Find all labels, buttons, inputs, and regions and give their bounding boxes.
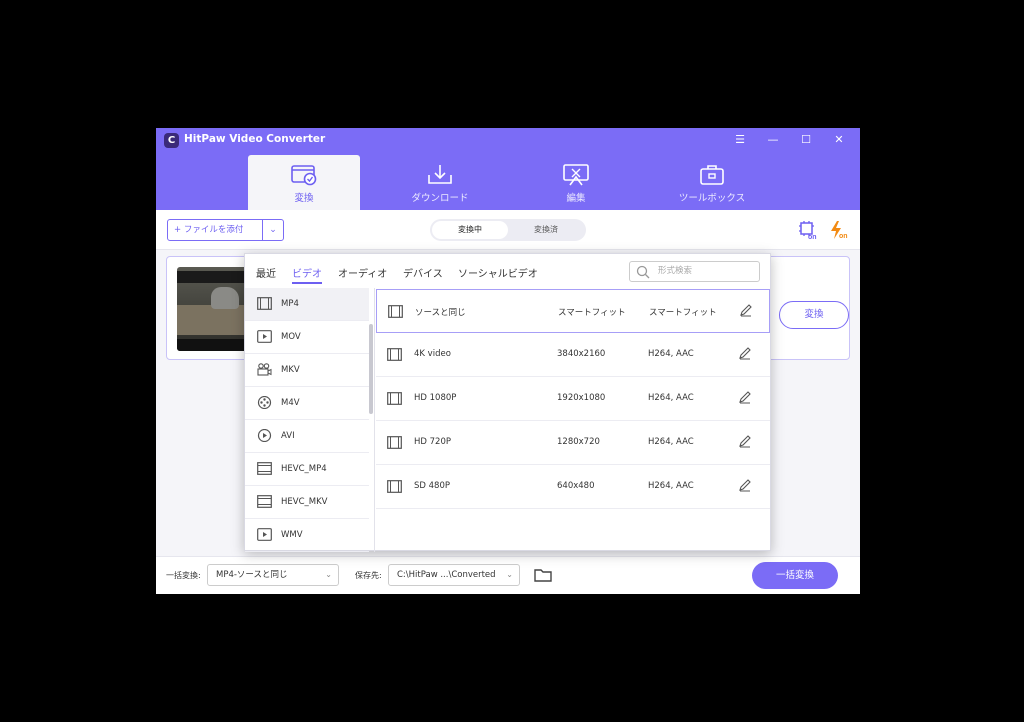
pencil-icon[interactable] [738,390,752,404]
format-item-mov[interactable]: MOV [245,321,369,354]
app-logo-icon: C [164,133,179,148]
toolbox-icon [700,165,724,185]
category-recent[interactable]: 最近 [256,265,276,280]
add-file-dropdown[interactable]: ⌄ [262,219,284,241]
category-device[interactable]: デバイス [403,265,443,280]
batch-format-value: MP4-ソースと同じ [216,570,288,580]
preset-resolution: 1280x720 [557,437,600,447]
preset-resolution: 640x480 [557,481,595,491]
preset-codec: H264, AAC [648,393,694,403]
reel-icon [257,396,272,409]
format-item-mp4[interactable]: MP4 [245,288,369,321]
lightning-icon[interactable]: on [828,220,850,240]
film-icon [387,392,402,405]
preset-row[interactable]: HD 1080P 1920x1080 H264, AAC [376,377,770,421]
tab-edit-label: 編集 [566,193,586,204]
format-popup: 最近 ビデオ オーディオ デバイス ソーシャルビデオ 形式検索 MP4 MOV … [244,253,771,552]
save-path-select[interactable]: C:\HitPaw ...\Converted ⌄ [388,564,520,586]
preset-name: 4K video [414,349,451,359]
tab-convert-label: 変換 [294,193,314,204]
pencil-icon[interactable] [738,346,752,360]
status-segmented-control: 変換中 変換済 [430,219,586,241]
segment-converted[interactable]: 変換済 [508,221,584,239]
preset-row[interactable]: 4K video 3840x2160 H264, AAC [376,333,770,377]
category-audio[interactable]: オーディオ [338,265,387,280]
pencil-icon[interactable] [738,434,752,448]
preset-codec: H264, AAC [648,437,694,447]
wmv-icon [257,528,272,541]
preset-row[interactable]: SD 480P 640x480 H264, AAC [376,465,770,509]
preset-row[interactable]: ソースと同じ スマートフィット スマートフィット [376,289,770,333]
active-category-underline [292,282,322,284]
format-item-wmv[interactable]: WMV [245,519,369,552]
convert-button[interactable]: 変換 [779,301,849,329]
preset-resolution: スマートフィット [558,308,626,318]
menu-icon[interactable]: ☰ [730,131,750,149]
format-item-hevc-mkv[interactable]: HEVC_MKV [245,486,369,519]
film-icon [387,436,402,449]
preset-name: SD 480P [414,481,450,491]
toolbar: + ファイルを添付 ⌄ 変換中 変換済 on on [156,210,860,250]
add-file-button[interactable]: + ファイルを添付 [167,219,263,241]
save-path-value: C:\HitPaw ...\Converted [397,570,496,580]
elephant-image [211,287,239,309]
play-circle-icon [257,429,272,442]
tab-download[interactable]: ダウンロード [384,155,496,210]
preset-codec: スマートフィット [649,308,717,318]
preset-name: HD 720P [414,437,451,447]
hevc-icon [257,462,272,475]
title-bar: C HitPaw Video Converter ☰ — ☐ ✕ 変換 ダウンロ… [156,128,860,210]
lightning-label: on [839,233,848,240]
preset-row[interactable]: HD 720P 1280x720 H264, AAC [376,421,770,465]
preset-resolution: 3840x2160 [557,349,606,359]
tab-toolbox[interactable]: ツールボックス [656,155,768,210]
category-social-video[interactable]: ソーシャルビデオ [458,265,538,280]
bottom-bar: 一括変換: MP4-ソースと同じ ⌄ 保存先: C:\HitPaw ...\Co… [156,556,860,594]
search-icon [636,265,650,279]
format-item-m4v[interactable]: M4V [245,387,369,420]
hw-accel-label: on [808,234,817,240]
preset-codec: H264, AAC [648,349,694,359]
save-to-label: 保存先: [355,571,382,580]
maximize-icon[interactable]: ☐ [796,131,816,149]
format-item-hevc-mp4[interactable]: HEVC_MP4 [245,453,369,486]
edit-icon [563,164,589,186]
format-search-input[interactable]: 形式検索 [629,261,760,282]
close-icon[interactable]: ✕ [829,131,849,149]
folder-icon[interactable] [534,567,552,583]
minimize-icon[interactable]: — [763,131,783,149]
format-item-mkv[interactable]: MKV [245,354,369,387]
tab-toolbox-label: ツールボックス [678,193,746,204]
segment-converting[interactable]: 変換中 [432,221,508,239]
preset-name: HD 1080P [414,393,457,403]
film-icon [257,297,272,310]
camera-icon [257,363,272,376]
film-icon [387,480,402,493]
mov-icon [257,330,272,343]
pencil-icon[interactable] [739,303,753,317]
pencil-icon[interactable] [738,478,752,492]
chevron-down-icon: ⌄ [506,570,513,579]
film-icon [387,348,402,361]
chevron-down-icon: ⌄ [325,570,332,579]
batch-convert-button[interactable]: 一括変換 [752,562,838,589]
hardware-acceleration-icon[interactable]: on [797,220,819,241]
tab-edit[interactable]: 編集 [520,155,632,210]
batch-format-select[interactable]: MP4-ソースと同じ ⌄ [207,564,339,586]
app-title: HitPaw Video Converter [184,133,326,145]
batch-convert-label: 一括変換: [166,571,201,580]
preset-name: ソースと同じ [415,308,466,318]
download-icon [428,165,452,184]
tab-convert[interactable]: 変換 [248,155,360,210]
category-video[interactable]: ビデオ [292,265,322,280]
format-list: MP4 MOV MKV M4V AVI HEVC_MP4 HEVC_MKV WM… [245,288,375,552]
film-icon [388,305,403,318]
format-list-scrollbar[interactable] [369,324,373,414]
format-item-avi[interactable]: AVI [245,420,369,453]
preset-resolution: 1920x1080 [557,393,606,403]
hevc-icon [257,495,272,508]
preset-codec: H264, AAC [648,481,694,491]
convert-icon [291,165,317,186]
tab-download-label: ダウンロード [411,193,469,204]
